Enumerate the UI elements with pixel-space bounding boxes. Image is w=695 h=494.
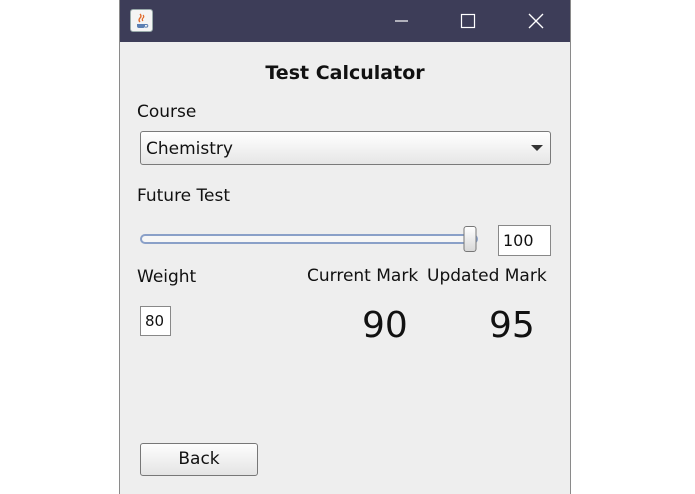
course-dropdown[interactable]: Chemistry — [140, 131, 551, 165]
current-mark-value: 90 — [362, 305, 408, 346]
updated-mark-label: Updated Mark — [427, 266, 547, 286]
weight-input[interactable]: 80 — [140, 306, 171, 336]
course-label: Course — [137, 102, 197, 122]
future-test-slider[interactable] — [140, 226, 478, 254]
close-button[interactable] — [502, 0, 568, 42]
chevron-down-icon — [531, 145, 543, 151]
title-bar — [120, 0, 570, 42]
weight-label: Weight — [137, 267, 197, 287]
current-mark-label: Current Mark — [307, 266, 419, 286]
java-coffee-cup-icon — [130, 9, 153, 32]
course-selected-value: Chemistry — [146, 139, 233, 159]
calculator-window: Test Calculator Course Chemistry Future … — [119, 0, 571, 494]
minimize-button[interactable] — [368, 0, 434, 42]
maximize-icon — [460, 13, 476, 29]
close-icon — [528, 13, 544, 29]
back-button[interactable]: Back — [140, 443, 258, 476]
minimize-icon — [395, 20, 408, 22]
page-title: Test Calculator — [265, 62, 425, 84]
future-test-label: Future Test — [137, 186, 231, 206]
updated-mark-value: 95 — [489, 305, 535, 346]
slider-thumb[interactable] — [463, 226, 477, 252]
maximize-button[interactable] — [434, 0, 500, 42]
future-test-input[interactable]: 100 — [498, 225, 551, 256]
slider-track — [140, 234, 478, 244]
